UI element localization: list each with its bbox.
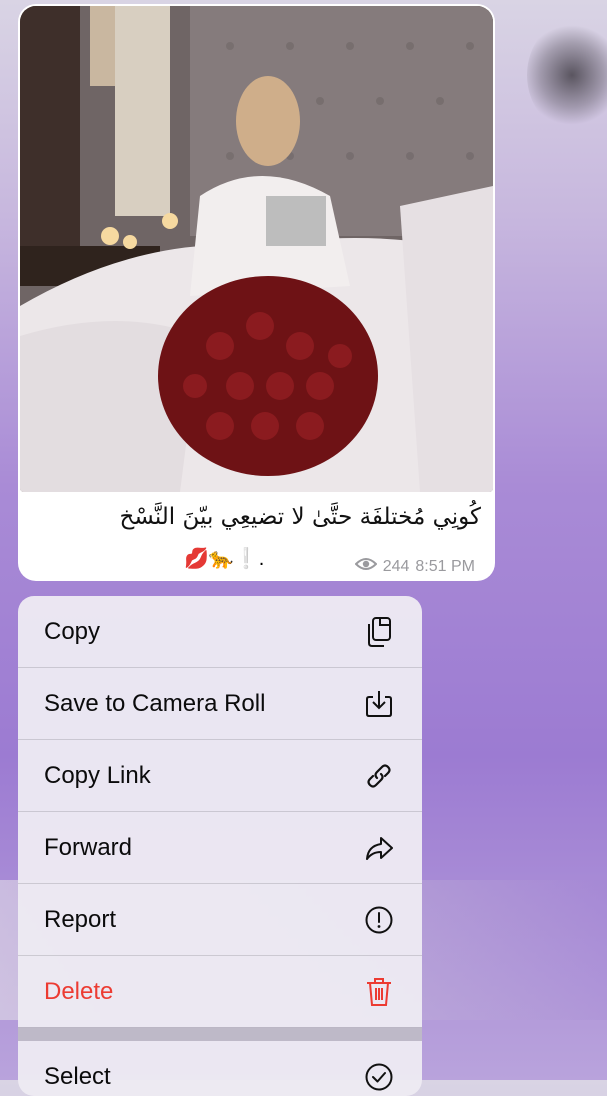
checkmark-circle-icon bbox=[362, 1060, 396, 1094]
menu-item-select[interactable]: Select bbox=[18, 1041, 422, 1096]
message-photo[interactable] bbox=[20, 6, 493, 492]
view-count: 244 bbox=[382, 557, 410, 575]
menu-item-label: Delete bbox=[44, 977, 114, 1005]
menu-item-save-to-camera-roll[interactable]: Save to Camera Roll bbox=[18, 668, 422, 740]
link-icon bbox=[362, 759, 396, 793]
menu-item-copy-link[interactable]: Copy Link bbox=[18, 740, 422, 812]
message-caption: كُونِي مُختلفَة حتَّىٰ لا تضيعِي بيّنَ ا… bbox=[119, 504, 481, 530]
menu-item-copy[interactable]: Copy bbox=[18, 596, 422, 668]
menu-item-label: Select bbox=[44, 1062, 111, 1090]
menu-item-forward[interactable]: Forward bbox=[18, 812, 422, 884]
trash-icon bbox=[362, 975, 396, 1009]
menu-item-label: Copy bbox=[44, 617, 101, 645]
message-time: 8:51 PM bbox=[415, 557, 475, 575]
caption-emoji-text: 💋🐆❕. bbox=[184, 548, 265, 570]
eye-icon bbox=[354, 556, 378, 577]
context-menu: Copy Save to Camera Roll Copy Link Forwa… bbox=[18, 596, 422, 1096]
report-icon bbox=[362, 903, 396, 937]
menu-item-label: Save to Camera Roll bbox=[44, 689, 266, 717]
menu-item-label: Copy Link bbox=[44, 761, 151, 789]
message-meta: 244 8:51 PM bbox=[354, 556, 475, 577]
message-bubble[interactable]: كُونِي مُختلفَة حتَّىٰ لا تضيعِي بيّنَ ا… bbox=[18, 4, 495, 581]
forward-icon bbox=[362, 831, 396, 865]
caption-emojis: 💋🐆❕. bbox=[184, 546, 264, 571]
menu-separator bbox=[18, 1027, 422, 1041]
download-icon bbox=[362, 687, 396, 721]
copy-icon bbox=[362, 615, 396, 649]
menu-item-delete[interactable]: Delete bbox=[18, 956, 422, 1028]
menu-item-label: Report bbox=[44, 905, 117, 933]
menu-item-label: Forward bbox=[44, 833, 133, 861]
background-blur bbox=[527, 20, 607, 130]
menu-item-report[interactable]: Report bbox=[18, 884, 422, 956]
